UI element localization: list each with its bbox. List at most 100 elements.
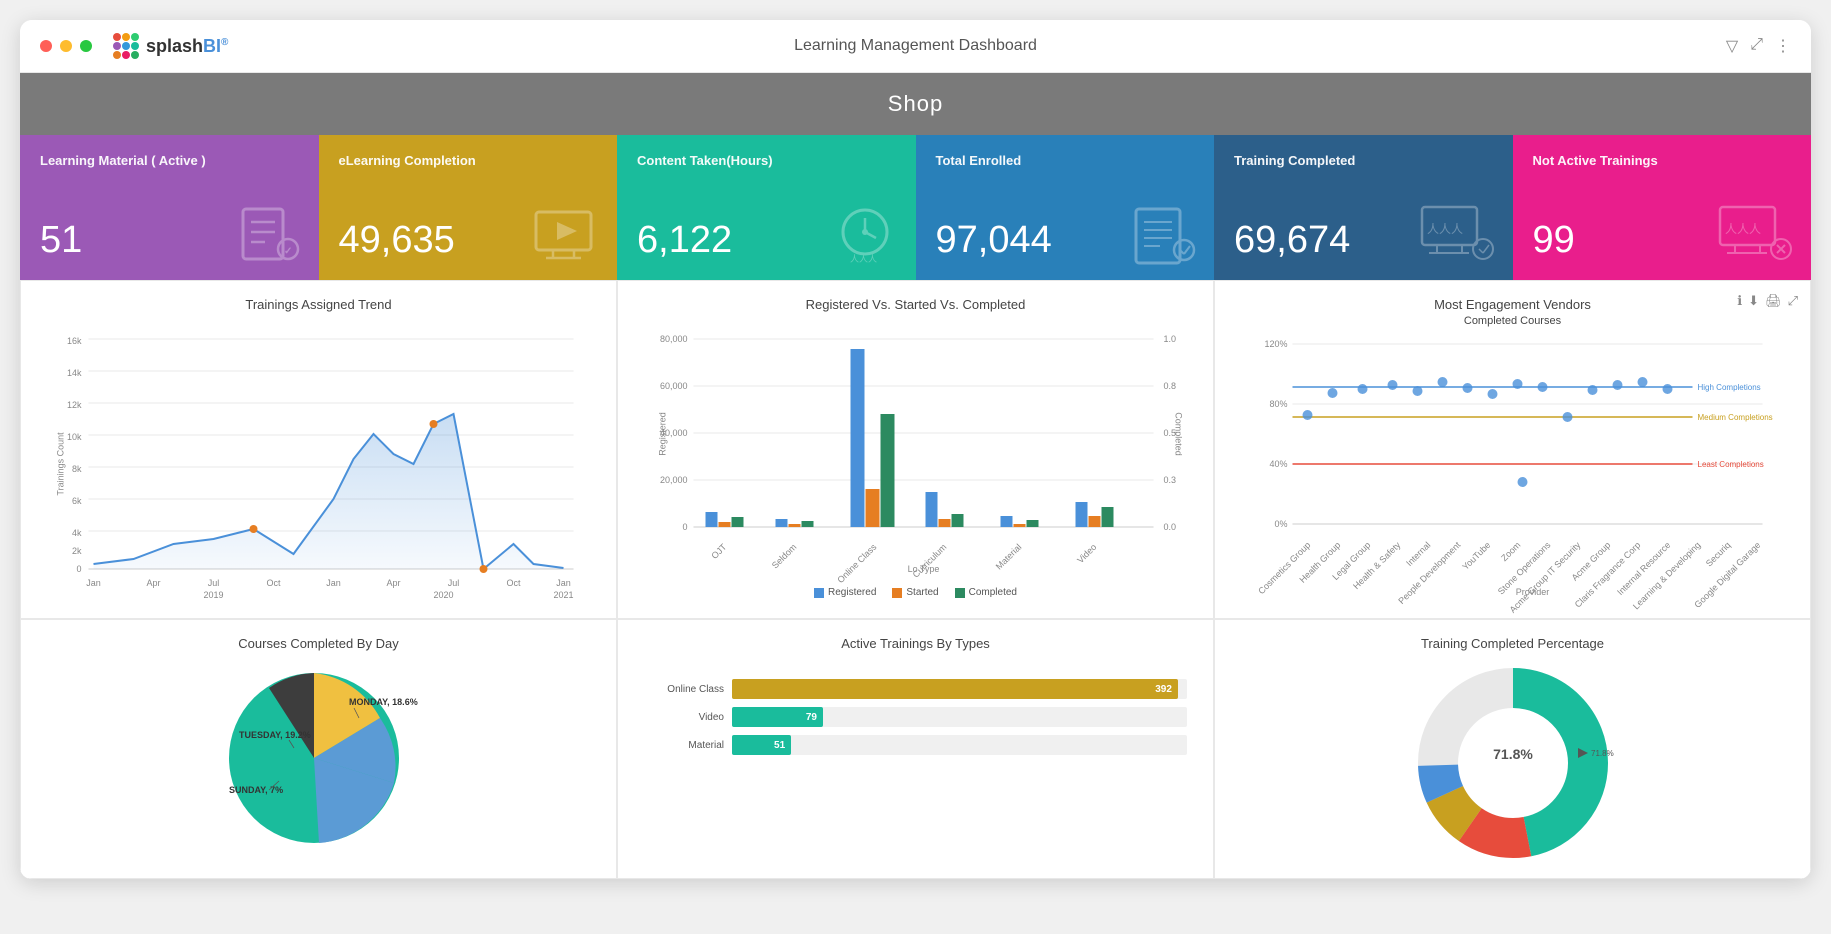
svg-text:YouTube: YouTube bbox=[1460, 540, 1492, 572]
hbar-track-online: 392 bbox=[732, 679, 1187, 699]
chart-trainings-trend: Trainings Assigned Trend 16k 14k 12k 10k… bbox=[20, 280, 617, 619]
kpi-label-enrolled: Total Enrolled bbox=[936, 153, 1195, 168]
svg-text:2020: 2020 bbox=[433, 590, 453, 600]
hbar-fill-video: 79 bbox=[732, 707, 823, 727]
pie-chart-svg: MONDAY, 18.6% TUESDAY, 19.2% SUNDAY, 7% bbox=[219, 663, 419, 848]
learning-material-icon: ✓ bbox=[233, 204, 303, 264]
kpi-label-elearning: eLearning Completion bbox=[339, 153, 598, 168]
menu-icon[interactable]: ⋮ bbox=[1775, 36, 1791, 56]
kpi-tile-not-active: Not Active Trainings 99 人人人 bbox=[1513, 135, 1812, 280]
print-icon[interactable]: 🖨 bbox=[1765, 293, 1782, 309]
donut-chart-svg: 71.8% 71.8% bbox=[1393, 663, 1633, 848]
chart-engagement-title: Most Engagement VendorsCompleted Courses bbox=[1434, 297, 1591, 327]
legend-started-color bbox=[892, 588, 902, 598]
title-bar: splashBI® Learning Management Dashboard … bbox=[20, 20, 1811, 73]
svg-text:Video: Video bbox=[1075, 542, 1098, 565]
svg-text:80,000: 80,000 bbox=[660, 334, 688, 344]
hbar-label-online: Online Class bbox=[644, 684, 724, 695]
elearning-icon bbox=[531, 204, 601, 264]
svg-text:71.8%: 71.8% bbox=[1493, 746, 1533, 762]
kpi-label-training-completed: Training Completed bbox=[1234, 153, 1493, 168]
legend-started-label: Started bbox=[906, 587, 938, 598]
svg-text:Material: Material bbox=[994, 542, 1024, 572]
toolbar-icons: ▽ ⤢ ⋮ bbox=[1726, 36, 1791, 56]
logo-text: splashBI® bbox=[146, 36, 228, 57]
filter-icon[interactable]: ▽ bbox=[1726, 36, 1738, 56]
kpi-label-content: Content Taken(Hours) bbox=[637, 153, 896, 168]
svg-text:OJT: OJT bbox=[709, 542, 728, 561]
hbar-track-material: 51 bbox=[732, 735, 1187, 755]
registered-vs-svg: 80,000 60,000 40,000 20,000 0 1.0 0.8 0.… bbox=[634, 324, 1197, 574]
svg-text:1.0: 1.0 bbox=[1164, 334, 1177, 344]
kpi-row: Learning Material ( Active ) 51 ✓ eLearn… bbox=[20, 135, 1811, 280]
charts-row-1: Trainings Assigned Trend 16k 14k 12k 10k… bbox=[20, 280, 1811, 619]
svg-text:0: 0 bbox=[682, 522, 687, 532]
app-window: splashBI® Learning Management Dashboard … bbox=[20, 20, 1811, 879]
svg-text:Least Completions: Least Completions bbox=[1698, 460, 1764, 469]
window-controls bbox=[40, 40, 92, 52]
hbar-fill-material: 51 bbox=[732, 735, 791, 755]
legend-completed-color bbox=[955, 588, 965, 598]
legend-registered-label: Registered bbox=[828, 587, 876, 598]
svg-text:Jul: Jul bbox=[448, 578, 460, 588]
chart-engagement: Most Engagement VendorsCompleted Courses… bbox=[1214, 280, 1811, 619]
svg-text:71.8%: 71.8% bbox=[1591, 749, 1614, 758]
hbar-container: Online Class 392 Video 79 bbox=[634, 663, 1197, 755]
svg-text:High Completions: High Completions bbox=[1698, 383, 1761, 392]
svg-text:20,000: 20,000 bbox=[660, 475, 688, 485]
svg-text:Curriculum: Curriculum bbox=[911, 542, 949, 580]
kpi-tile-elearning: eLearning Completion 49,635 bbox=[319, 135, 618, 280]
trainings-trend-svg: 16k 14k 12k 10k 8k 6k 4k 2k 0 Trainings … bbox=[37, 324, 600, 594]
svg-text:120%: 120% bbox=[1264, 339, 1287, 349]
svg-text:人人人: 人人人 bbox=[1725, 222, 1761, 236]
svg-text:人人人: 人人人 bbox=[1427, 222, 1463, 236]
svg-text:MONDAY, 18.6%: MONDAY, 18.6% bbox=[349, 697, 418, 707]
fullscreen-icon[interactable]: ⤢ bbox=[1788, 293, 1798, 309]
svg-text:Oct: Oct bbox=[266, 578, 281, 588]
svg-text:80%: 80% bbox=[1269, 399, 1287, 409]
chart-engagement-subtitle: Completed Courses bbox=[1464, 315, 1561, 327]
svg-text:0.8: 0.8 bbox=[1164, 381, 1177, 391]
chart-courses-by-day-title: Courses Completed By Day bbox=[37, 636, 600, 651]
legend-completed: Completed bbox=[955, 587, 1017, 598]
close-button[interactable] bbox=[40, 40, 52, 52]
content-icon: 人人人 bbox=[830, 204, 900, 264]
chart-active-trainings: Active Trainings By Types Online Class 3… bbox=[617, 619, 1214, 879]
svg-text:2019: 2019 bbox=[203, 590, 223, 600]
hbar-row-material: Material 51 bbox=[644, 735, 1187, 755]
svg-text:12k: 12k bbox=[67, 400, 82, 410]
enrolled-icon bbox=[1128, 204, 1198, 264]
dashboard: Shop Learning Material ( Active ) 51 ✓ e… bbox=[20, 73, 1811, 879]
svg-text:Jan: Jan bbox=[326, 578, 341, 588]
kpi-tile-content: Content Taken(Hours) 6,122 人人人 bbox=[617, 135, 916, 280]
not-active-icon: 人人人 bbox=[1715, 199, 1795, 264]
svg-text:Registered: Registered bbox=[658, 412, 668, 456]
legend-completed-label: Completed bbox=[969, 587, 1017, 598]
legend-started: Started bbox=[892, 587, 938, 598]
chart-training-percentage-title: Training Completed Percentage bbox=[1231, 636, 1794, 651]
hbar-fill-online: 392 bbox=[732, 679, 1178, 699]
hbar-track-video: 79 bbox=[732, 707, 1187, 727]
chart-legend: Registered Started Completed bbox=[634, 587, 1197, 598]
svg-text:Trainings Count: Trainings Count bbox=[56, 432, 66, 496]
chart-registered-vs: Registered Vs. Started Vs. Completed 80,… bbox=[617, 280, 1214, 619]
svg-text:Securiq: Securiq bbox=[1704, 540, 1733, 569]
chart-trainings-trend-title: Trainings Assigned Trend bbox=[37, 297, 600, 312]
svg-text:Jan: Jan bbox=[86, 578, 101, 588]
svg-text:60,000: 60,000 bbox=[660, 381, 688, 391]
maximize-button[interactable] bbox=[80, 40, 92, 52]
svg-text:14k: 14k bbox=[67, 368, 82, 378]
hbar-val-material: 51 bbox=[774, 740, 785, 751]
svg-text:Internal: Internal bbox=[1404, 540, 1432, 568]
kpi-tile-enrolled: Total Enrolled 97,044 bbox=[916, 135, 1215, 280]
svg-text:Jan: Jan bbox=[556, 578, 571, 588]
logo-icon bbox=[112, 32, 140, 60]
minimize-button[interactable] bbox=[60, 40, 72, 52]
info-icon[interactable]: ℹ bbox=[1737, 293, 1742, 309]
expand-icon[interactable]: ⤢ bbox=[1750, 36, 1763, 56]
svg-text:8k: 8k bbox=[72, 464, 82, 474]
svg-text:10k: 10k bbox=[67, 432, 82, 442]
download-icon[interactable]: ⬇ bbox=[1748, 293, 1759, 309]
kpi-tile-training-completed: Training Completed 69,674 人人人 bbox=[1214, 135, 1513, 280]
svg-text:2021: 2021 bbox=[553, 590, 573, 600]
